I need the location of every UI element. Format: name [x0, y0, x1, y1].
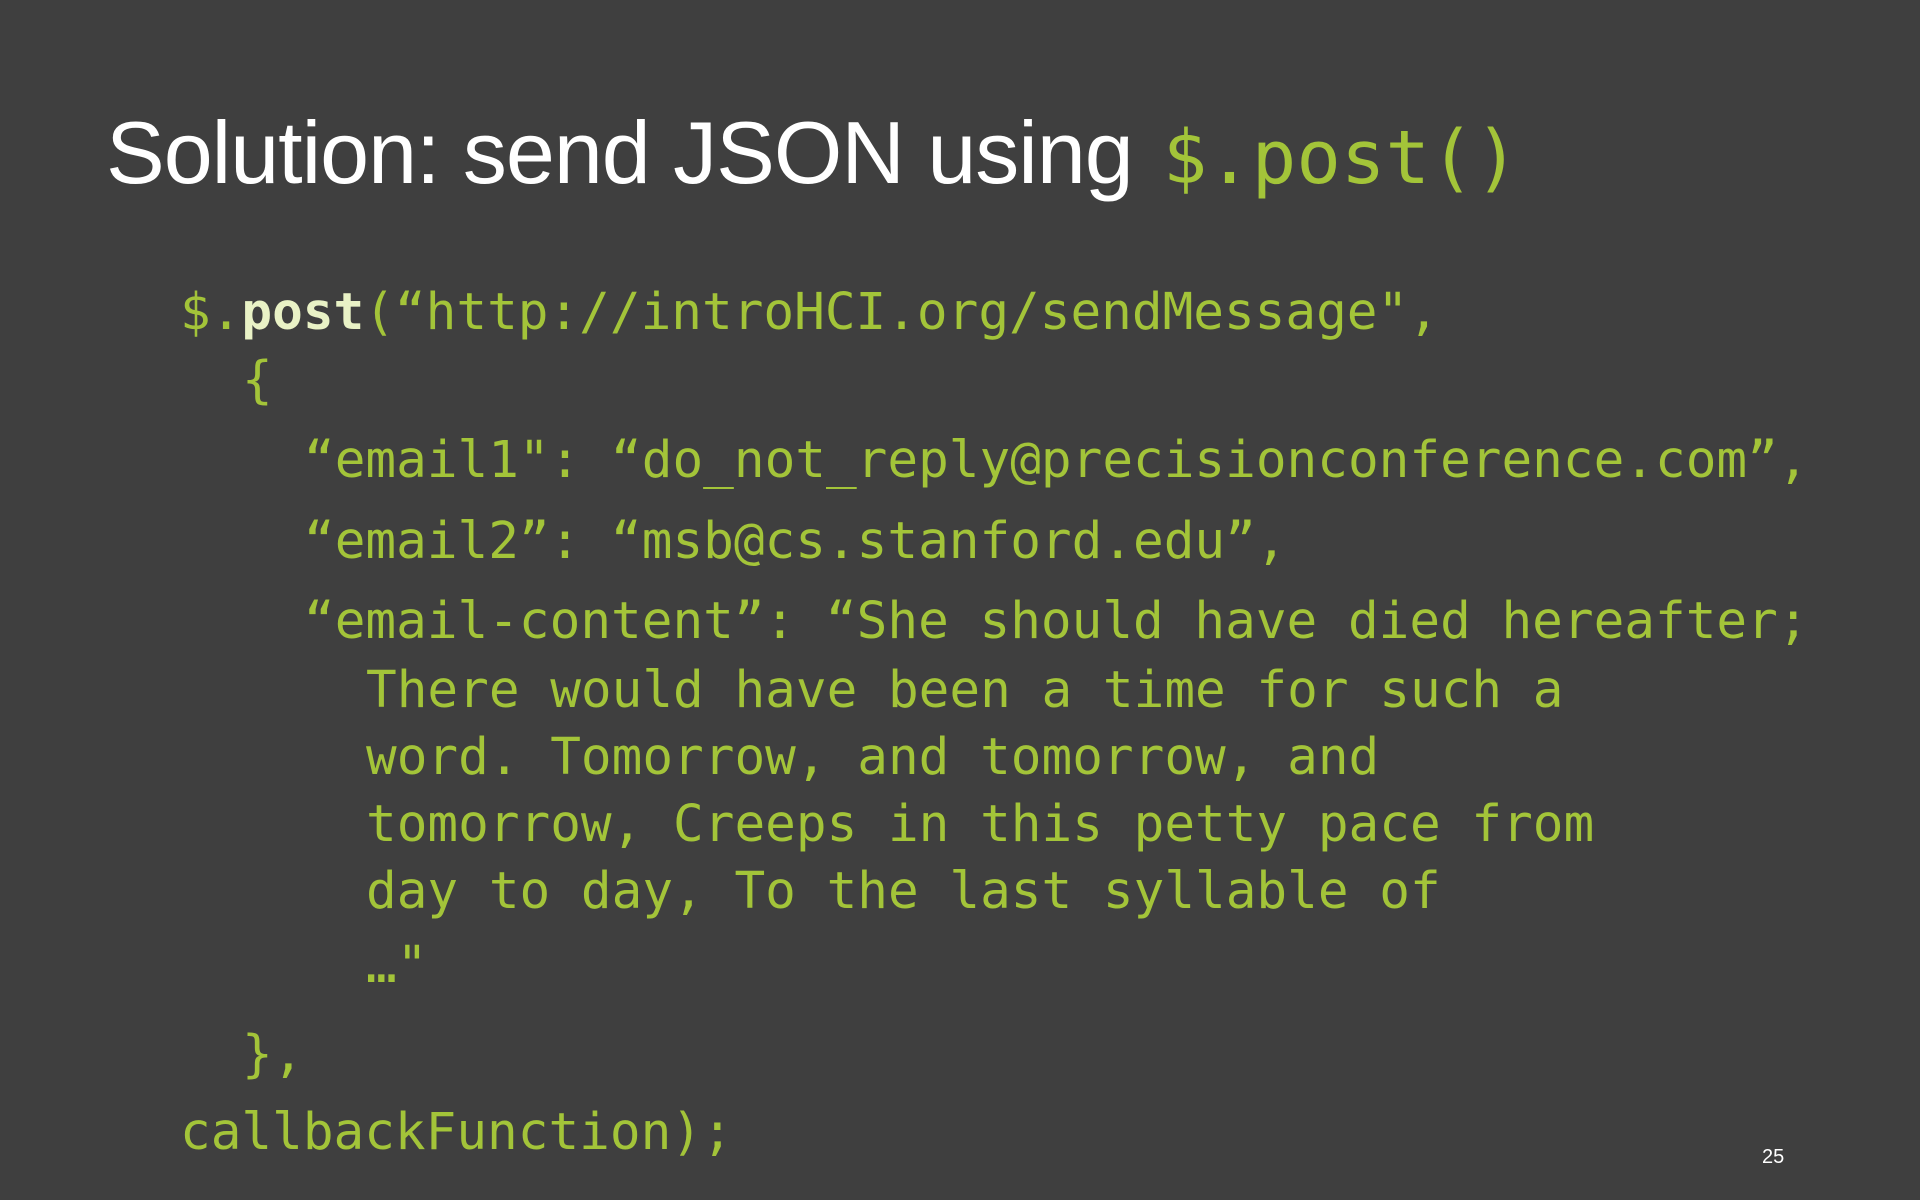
code-line-12: callbackFunction);	[180, 1103, 733, 1162]
page-number: 25	[1762, 1146, 1785, 1168]
code-line-7: word. Tomorrow, and tomorrow, and	[366, 728, 1380, 787]
slide-title-text: Solution: send JSON using	[106, 103, 1134, 202]
code-line-1: $.post(“http://introHCI.org/sendMessage"…	[180, 283, 1439, 342]
slide-title-code: $.post()	[1162, 115, 1520, 201]
slide-title: Solution: send JSON using $.post()	[106, 98, 1519, 208]
code-line-4: “email2”: “msb@cs.stanford.edu”,	[304, 512, 1287, 571]
slide: Solution: send JSON using $.post() $.post…	[0, 0, 1920, 1200]
code-line-10: …"	[366, 936, 428, 995]
code-line-11: },	[242, 1025, 304, 1084]
code-jquery-prefix: $.	[180, 283, 242, 342]
code-line-6: There would have been a time for such a	[366, 661, 1564, 720]
code-line-2: {	[242, 351, 273, 410]
code-post-method: post	[241, 283, 365, 342]
code-line-5: “email-content”: “She should have died h…	[304, 592, 1809, 651]
code-line-8: tomorrow, Creeps in this petty pace from	[366, 795, 1595, 854]
code-line-9: day to day, To the last syllable of	[366, 862, 1441, 921]
code-line-3: “email1": “do_not_reply@precisionconfere…	[304, 431, 1809, 490]
code-url-argument: (“http://introHCI.org/sendMessage",	[364, 283, 1439, 342]
